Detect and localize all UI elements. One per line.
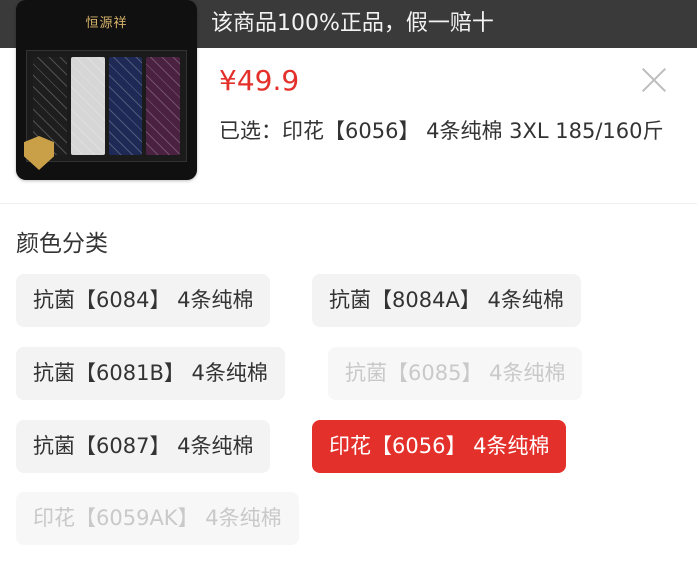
sku-option-6084[interactable]: 抗菌【6084】 4条纯棉 [16, 274, 271, 327]
sku-option-6056[interactable]: 印花【6056】 4条纯棉 [312, 420, 567, 473]
selected-spec-text: 已选：印花【6056】 4条纯棉 3XL 185/160斤 [219, 119, 664, 143]
underwear-box [70, 57, 105, 155]
sku-option-6087[interactable]: 抗菌【6087】 4条纯棉 [16, 420, 271, 473]
sku-option-8084a[interactable]: 抗菌【8084A】 4条纯棉 [312, 274, 581, 327]
banner-text: 该商品100%正品，假一赔十 [211, 11, 494, 36]
product-image[interactable]: 恒源祥 [16, 0, 197, 180]
brand-logo: 恒源祥 [85, 16, 128, 31]
divider [0, 203, 697, 204]
underwear-box [108, 57, 143, 155]
close-icon[interactable] [640, 66, 668, 94]
product-price: ¥49.9 [219, 64, 300, 97]
sku-option-6081b[interactable]: 抗菌【6081B】 4条纯棉 [16, 347, 285, 400]
sku-option-6085: 抗菌【6085】 4条纯棉 [328, 347, 583, 400]
quality-shield-icon [24, 136, 54, 170]
underwear-box [146, 57, 180, 155]
section-title-color: 颜色分类 [16, 231, 108, 257]
sku-option-6059ak: 印花【6059AK】 4条纯棉 [16, 492, 299, 545]
